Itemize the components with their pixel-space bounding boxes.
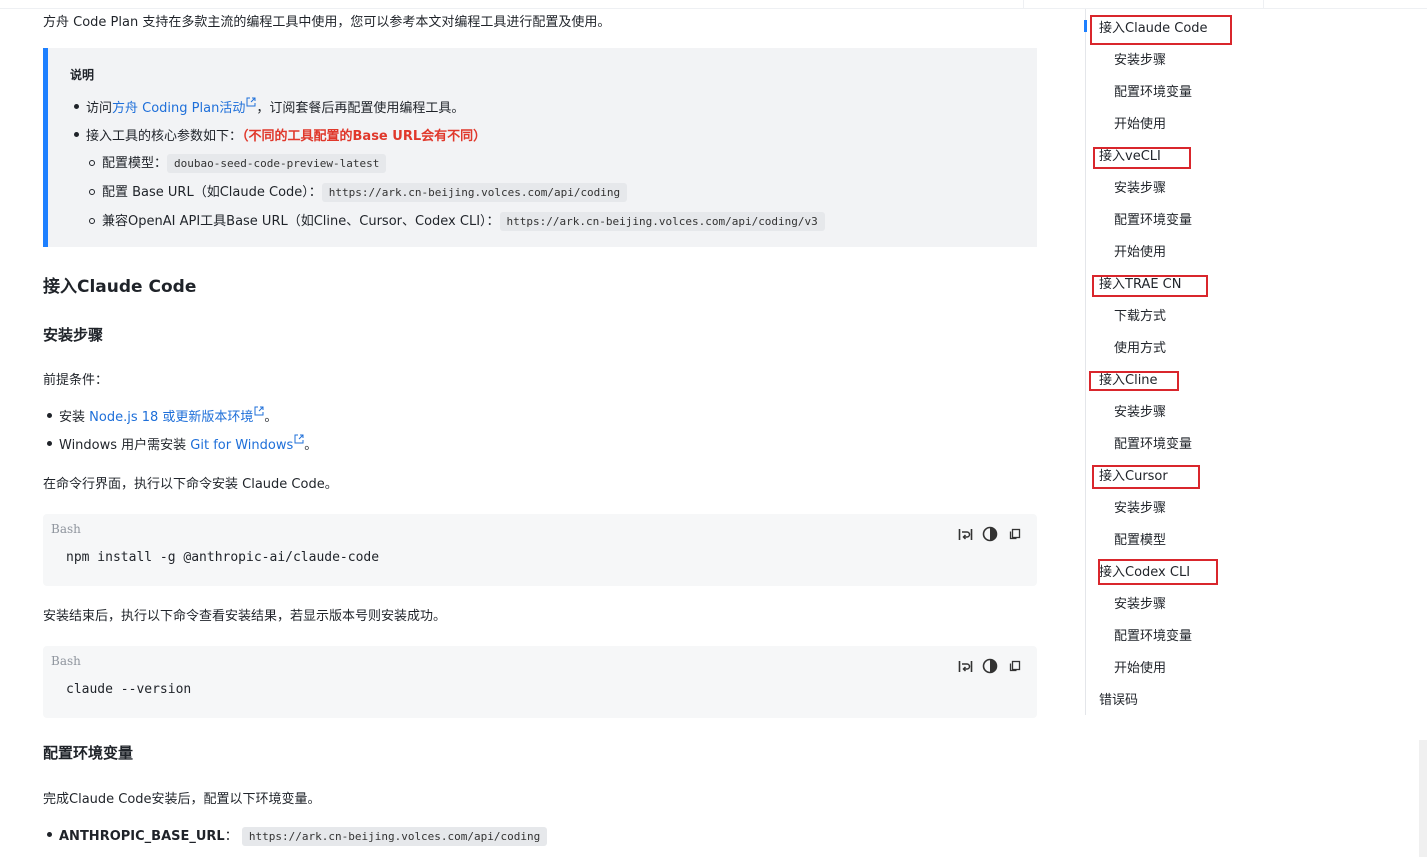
toc-item[interactable]: 下载方式: [1114, 305, 1166, 324]
toc-item[interactable]: 使用方式: [1114, 337, 1166, 356]
external-link-icon: [254, 406, 264, 416]
base-url-code: https://ark.cn-beijing.volces.com/api/co…: [321, 183, 628, 202]
toc-item[interactable]: 安装步骤: [1114, 593, 1166, 612]
git-for-windows-link[interactable]: Git for Windows: [190, 434, 304, 453]
bullet-dot: [47, 832, 52, 837]
top-divider-tick: [1023, 0, 1024, 8]
toc-item[interactable]: 安装步骤: [1114, 177, 1166, 196]
toc-item[interactable]: 配置环境变量: [1114, 81, 1192, 100]
external-link-icon: [294, 434, 304, 444]
annotation-highlight-box: [1093, 147, 1191, 169]
section-title-claude-code: 接入Claude Code: [43, 277, 197, 297]
install-instruction: 在命令行界面，执行以下命令安装 Claude Code。: [43, 477, 338, 492]
annotation-highlight-box: [1090, 15, 1232, 45]
env-instruction: 完成Claude Code安装后，配置以下环境变量。: [43, 792, 321, 807]
note-line-2: 接入工具的核心参数如下：（不同的工具配置的Base URL会有不同）: [86, 129, 487, 144]
prereq-item-node: 安装 Node.js 18 或更新版本环境。: [59, 406, 277, 425]
toc-active-indicator: [1084, 20, 1087, 32]
wrap-icon[interactable]: [957, 658, 973, 674]
prereq-text: 前提条件：: [43, 373, 109, 388]
code-install-command: npm install -g @anthropic-ai/claude-code: [66, 550, 380, 565]
copy-icon[interactable]: [1007, 658, 1023, 674]
openai-base-url-code: https://ark.cn-beijing.volces.com/api/co…: [499, 212, 825, 231]
toc-item[interactable]: 配置环境变量: [1114, 625, 1192, 644]
toc-item[interactable]: 安装步骤: [1114, 497, 1166, 516]
heading-env-vars: 配置环境变量: [43, 744, 134, 762]
table-of-contents: 接入Claude Code 安装步骤 配置环境变量 开始使用 接入veCLI 安装步骤 配置…: [1084, 9, 1286, 715]
theme-icon[interactable]: [982, 658, 998, 674]
heading-install-steps: 安装步骤: [43, 326, 104, 344]
bullet-dot: [74, 104, 79, 109]
note-callout: 说明 访问方舟 Coding Plan活动 ，订阅套餐后再配置使用编程工具。 接入…: [43, 48, 1037, 247]
sub-bullet-circle: [89, 160, 95, 166]
code-language: Bash: [51, 522, 81, 536]
annotation-highlight-box: [1089, 371, 1179, 391]
toc-item[interactable]: 配置环境变量: [1114, 209, 1192, 228]
scrollbar[interactable]: [1419, 740, 1427, 857]
toc-item[interactable]: 开始使用: [1114, 241, 1166, 260]
top-divider-tick: [1263, 0, 1264, 8]
toc-item[interactable]: 配置环境变量: [1114, 433, 1192, 452]
bullet-dot: [47, 413, 52, 418]
after-install-text: 安装结束后，执行以下命令查看安装结果，若显示版本号则安装成功。: [43, 609, 447, 624]
toc-item[interactable]: 安装步骤: [1114, 401, 1166, 420]
annotation-highlight-box: [1098, 559, 1218, 585]
nodejs-link[interactable]: Node.js 18 或更新版本环境: [89, 406, 264, 425]
copy-icon[interactable]: [1007, 526, 1023, 542]
theme-icon[interactable]: [982, 526, 998, 542]
note-sub-2: 配置 Base URL（如Claude Code）： https://ark.cn…: [102, 181, 628, 202]
coding-plan-link[interactable]: 方舟 Coding Plan活动: [112, 97, 256, 116]
base-url-warning: （不同的工具配置的Base URL会有不同）: [242, 129, 487, 144]
note-sub-3: 兼容OpenAI API工具Base URL（如Cline、Cursor、Cod…: [102, 210, 825, 231]
external-link-icon: [246, 97, 256, 107]
note-title: 说明: [70, 68, 95, 82]
bullet-dot: [47, 441, 52, 446]
annotation-highlight-box: [1092, 275, 1208, 297]
code-language: Bash: [51, 654, 81, 668]
toc-item[interactable]: 错误码: [1099, 689, 1138, 708]
toc-item[interactable]: 配置模型: [1114, 529, 1166, 548]
annotation-highlight-box: [1092, 465, 1200, 489]
env-item-base-url: ANTHROPIC_BASE_URL： https://ark.cn-beiji…: [59, 825, 548, 846]
intro-text: 方舟 Code Plan 支持在多款主流的编程工具中使用，您可以参考本文对编程工…: [43, 15, 611, 30]
code-version-command: claude --version: [66, 682, 192, 697]
sub-bullet-circle: [89, 189, 95, 195]
code-toolbar: [957, 526, 1023, 542]
toc-item[interactable]: 开始使用: [1114, 657, 1166, 676]
prereq-item-git: Windows 用户需安装 Git for Windows。: [59, 434, 317, 453]
note-line-1: 访问方舟 Coding Plan活动 ，订阅套餐后再配置使用编程工具。: [86, 97, 464, 116]
code-block-install: Bash npm install -g @anthropic-ai/claude…: [43, 514, 1037, 586]
env-value-code: https://ark.cn-beijing.volces.com/api/co…: [241, 827, 548, 846]
toc-item[interactable]: 开始使用: [1114, 113, 1166, 132]
bullet-dot: [74, 132, 79, 137]
sub-bullet-circle: [89, 218, 95, 224]
note-sub-1: 配置模型： doubao-seed-code-preview-latest: [102, 152, 387, 173]
env-key: ANTHROPIC_BASE_URL: [59, 829, 225, 844]
wrap-icon[interactable]: [957, 526, 973, 542]
code-toolbar: [957, 658, 1023, 674]
code-block-version: Bash claude --version: [43, 646, 1037, 718]
model-code: doubao-seed-code-preview-latest: [167, 154, 387, 173]
toc-item[interactable]: 安装步骤: [1114, 49, 1166, 68]
